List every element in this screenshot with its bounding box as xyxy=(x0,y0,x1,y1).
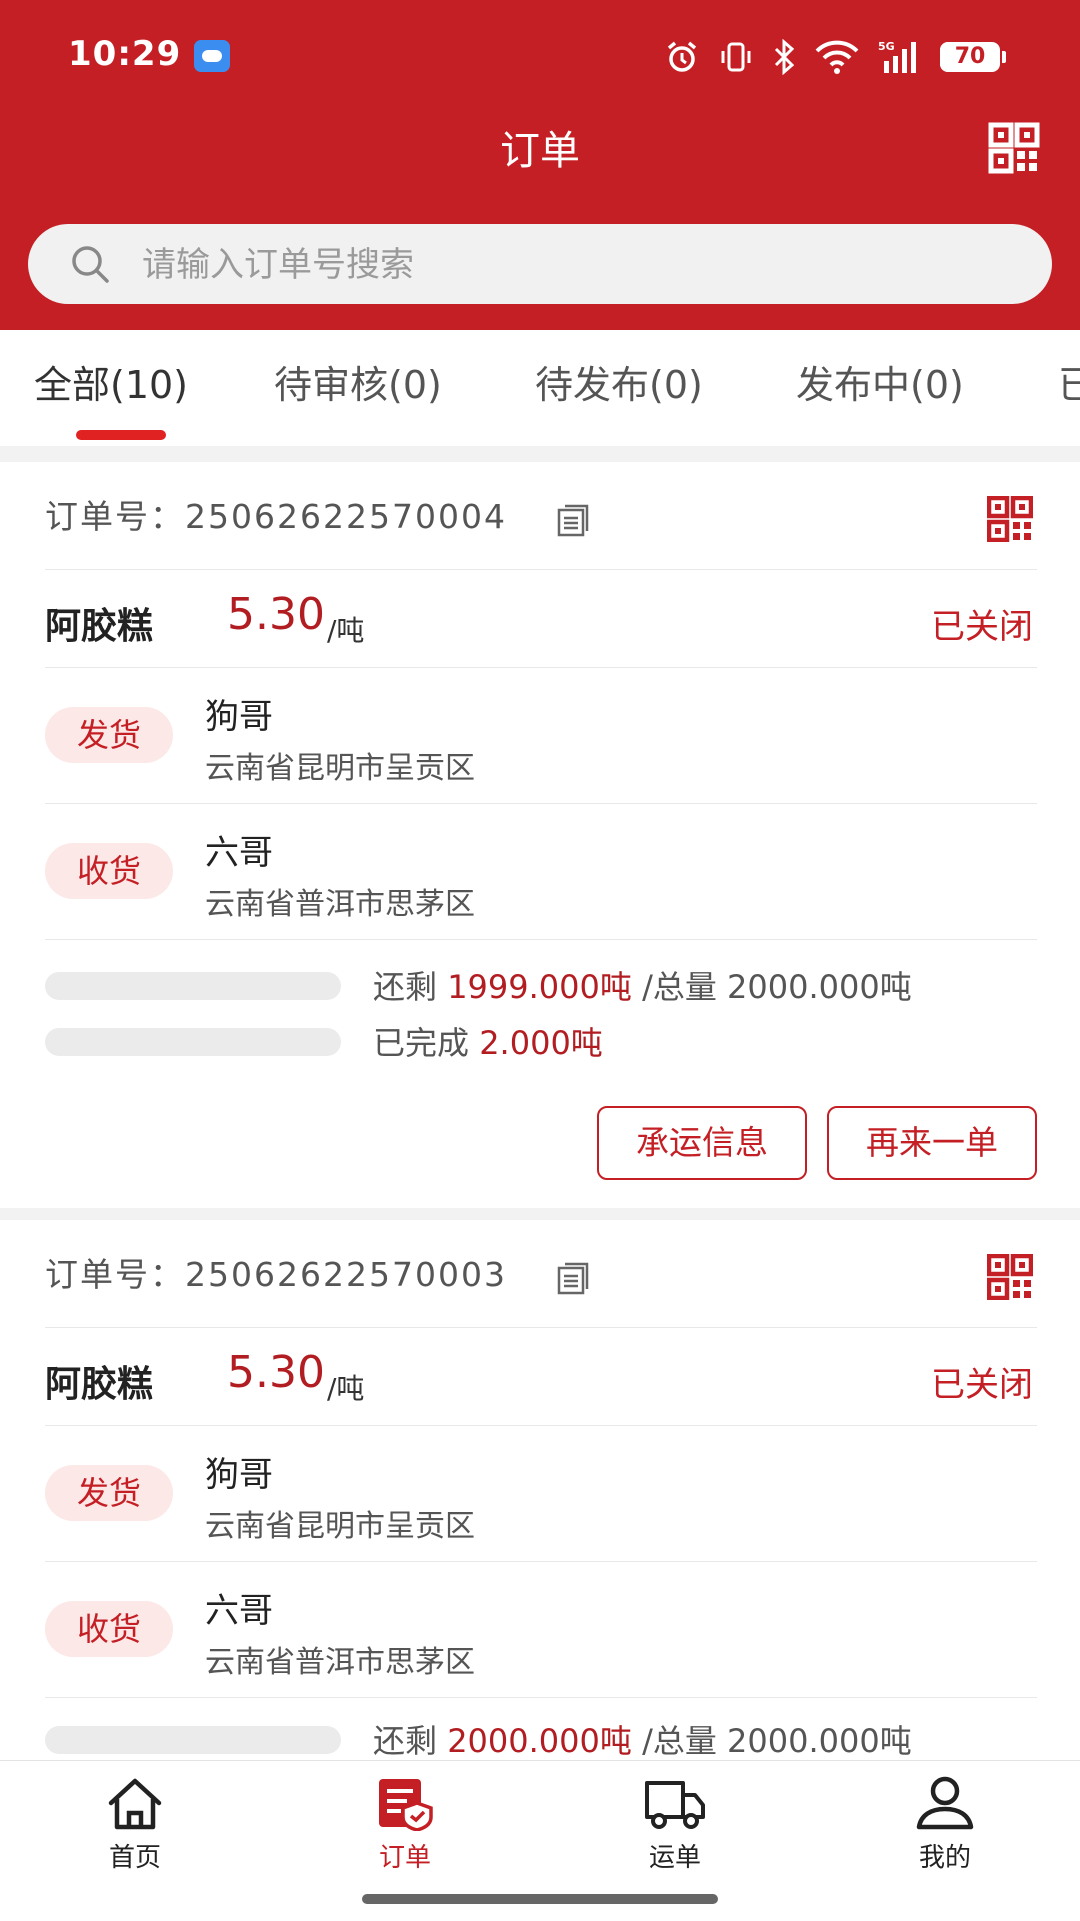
alarm-icon xyxy=(667,41,697,72)
tab-active-indicator xyxy=(76,430,166,440)
receiver-badge: 收货 xyxy=(45,843,173,899)
unit-price: 5.30 xyxy=(227,589,325,640)
total-amount: 2000.000吨 xyxy=(727,968,912,1006)
price-unit: /吨 xyxy=(327,614,365,647)
remaining-amount: 2000.000吨 xyxy=(447,1722,632,1760)
wifi-icon xyxy=(815,40,859,74)
total-label: /总量 xyxy=(642,1722,717,1760)
search-input[interactable] xyxy=(140,224,1004,306)
receiver-badge: 收货 xyxy=(45,1601,173,1657)
tab-all[interactable]: 全部(10) xyxy=(34,354,188,409)
order-card[interactable]: 订单号：25062622570003 阿胶糕 5.30 /吨 已关闭 发货 狗哥… xyxy=(0,1220,1080,1760)
tab-more[interactable]: 已 xyxy=(1058,354,1080,409)
remaining-text: 还剩 1999.000吨 /总量 2000.000吨 xyxy=(373,962,912,1008)
shipper-address: 云南省昆明市呈贡区 xyxy=(205,1509,475,1544)
order-icon xyxy=(379,1779,433,1831)
receiver-name: 六哥 xyxy=(205,833,273,873)
remaining-progress-bar xyxy=(45,972,341,1000)
copy-icon[interactable] xyxy=(555,1260,591,1296)
status-bar: 10:29 5G 70 xyxy=(0,0,1080,110)
carrier-info-button[interactable]: 承运信息 xyxy=(597,1106,807,1180)
order-status: 已关闭 xyxy=(931,1365,1033,1405)
order-number-label: 订单号： xyxy=(45,1255,185,1294)
shipper-badge: 发货 xyxy=(45,1465,173,1521)
remaining-progress: 还剩 2000.000吨 /总量 2000.000吨 xyxy=(45,1716,1037,1760)
receiver-address: 云南省普洱市思茅区 xyxy=(205,887,475,922)
qr-code-icon[interactable] xyxy=(987,1254,1033,1300)
unit-price: 5.30 xyxy=(227,1347,325,1398)
order-number-row: 订单号：25062622570003 xyxy=(45,1220,1037,1328)
shipper-address: 云南省昆明市呈贡区 xyxy=(205,751,475,786)
order-status: 已关闭 xyxy=(931,607,1033,647)
remaining-progress: 还剩 1999.000吨 /总量 2000.000吨 xyxy=(45,962,1037,1006)
shipper-row: 发货 狗哥 云南省昆明市呈贡区 xyxy=(45,1425,1037,1562)
completed-progress-bar xyxy=(45,1028,341,1056)
tab-pending-publish[interactable]: 待发布(0) xyxy=(535,354,703,409)
completed-progress: 已完成 2.000吨 xyxy=(45,1018,1037,1062)
order-number: 25062622570004 xyxy=(185,497,507,536)
tab-publishing[interactable]: 发布中(0) xyxy=(796,354,964,409)
status-icons: 5G 70 xyxy=(664,38,1006,76)
home-icon xyxy=(108,1778,162,1830)
order-number-row: 订单号：25062622570004 xyxy=(45,462,1037,570)
shipper-name: 狗哥 xyxy=(205,1455,273,1495)
receiver-address: 云南省普洱市思茅区 xyxy=(205,1645,475,1680)
receiver-row: 收货 六哥 云南省普洱市思茅区 xyxy=(45,803,1037,940)
user-icon xyxy=(916,1776,974,1830)
completed-label: 已完成 xyxy=(373,1024,470,1062)
order-number-label: 订单号： xyxy=(45,497,185,536)
page-title: 订单 xyxy=(500,128,580,174)
nav-orders-label: 订单 xyxy=(378,1843,431,1873)
battery-level: 70 xyxy=(954,44,986,69)
copy-icon[interactable] xyxy=(555,502,591,538)
search-icon xyxy=(72,246,109,283)
header: 10:29 5G 70 订单 请输入订单号搜索 xyxy=(0,0,1080,330)
remaining-text: 还剩 2000.000吨 /总量 2000.000吨 xyxy=(373,1716,912,1760)
reorder-button[interactable]: 再来一单 xyxy=(827,1106,1037,1180)
nav-home-label: 首页 xyxy=(108,1843,161,1873)
status-tabs: 全部(10) 待审核(0) 待发布(0) 发布中(0) 已 xyxy=(0,330,1080,446)
product-name: 阿胶糕 xyxy=(45,1364,154,1405)
home-indicator xyxy=(362,1894,718,1904)
order-card[interactable]: 订单号：25062622570004 阿胶糕 5.30 /吨 已关闭 发货 狗哥… xyxy=(0,462,1080,1208)
order-number: 25062622570003 xyxy=(185,1255,507,1294)
qr-code-icon[interactable] xyxy=(987,496,1033,542)
nav-home[interactable]: 首页 xyxy=(0,1775,270,1874)
tab-pending-review[interactable]: 待审核(0) xyxy=(274,354,442,409)
total-label: /总量 xyxy=(642,968,717,1006)
shipper-name: 狗哥 xyxy=(205,697,273,737)
qr-scan-icon[interactable] xyxy=(988,122,1040,174)
remaining-label: 还剩 xyxy=(373,968,438,1006)
signal-5g-icon: 5G xyxy=(878,40,916,73)
product-row: 阿胶糕 5.30 /吨 已关闭 xyxy=(45,569,1037,668)
shipper-row: 发货 狗哥 云南省昆明市呈贡区 xyxy=(45,667,1037,804)
nav-waybill-label: 运单 xyxy=(648,1843,701,1873)
nav-profile[interactable]: 我的 xyxy=(810,1775,1080,1874)
battery-indicator: 70 xyxy=(940,42,1006,72)
completed-amount: 2.000吨 xyxy=(479,1024,603,1062)
product-name: 阿胶糕 xyxy=(45,606,154,647)
weather-icon xyxy=(194,40,230,72)
card-actions: 承运信息 再来一单 xyxy=(45,1106,1037,1180)
completed-text: 已完成 2.000吨 xyxy=(373,1018,603,1064)
remaining-progress-bar xyxy=(45,1726,341,1754)
vibrate-icon xyxy=(721,42,751,72)
product-row: 阿胶糕 5.30 /吨 已关闭 xyxy=(45,1327,1037,1426)
price-unit: /吨 xyxy=(327,1372,365,1405)
truck-icon xyxy=(645,1781,705,1829)
receiver-row: 收货 六哥 云南省普洱市思茅区 xyxy=(45,1561,1037,1698)
total-amount: 2000.000吨 xyxy=(727,1722,912,1760)
receiver-name: 六哥 xyxy=(205,1591,273,1631)
nav-waybill[interactable]: 运单 xyxy=(540,1775,810,1874)
nav-profile-label: 我的 xyxy=(918,1843,971,1873)
svg-text:5G: 5G xyxy=(878,40,895,53)
remaining-amount: 1999.000吨 xyxy=(447,968,632,1006)
status-time: 10:29 xyxy=(68,34,182,74)
remaining-label: 还剩 xyxy=(373,1722,438,1760)
bluetooth-icon xyxy=(774,39,795,75)
nav-orders[interactable]: 订单 xyxy=(270,1775,540,1874)
search-box[interactable] xyxy=(28,224,1052,306)
shipper-badge: 发货 xyxy=(45,707,173,763)
